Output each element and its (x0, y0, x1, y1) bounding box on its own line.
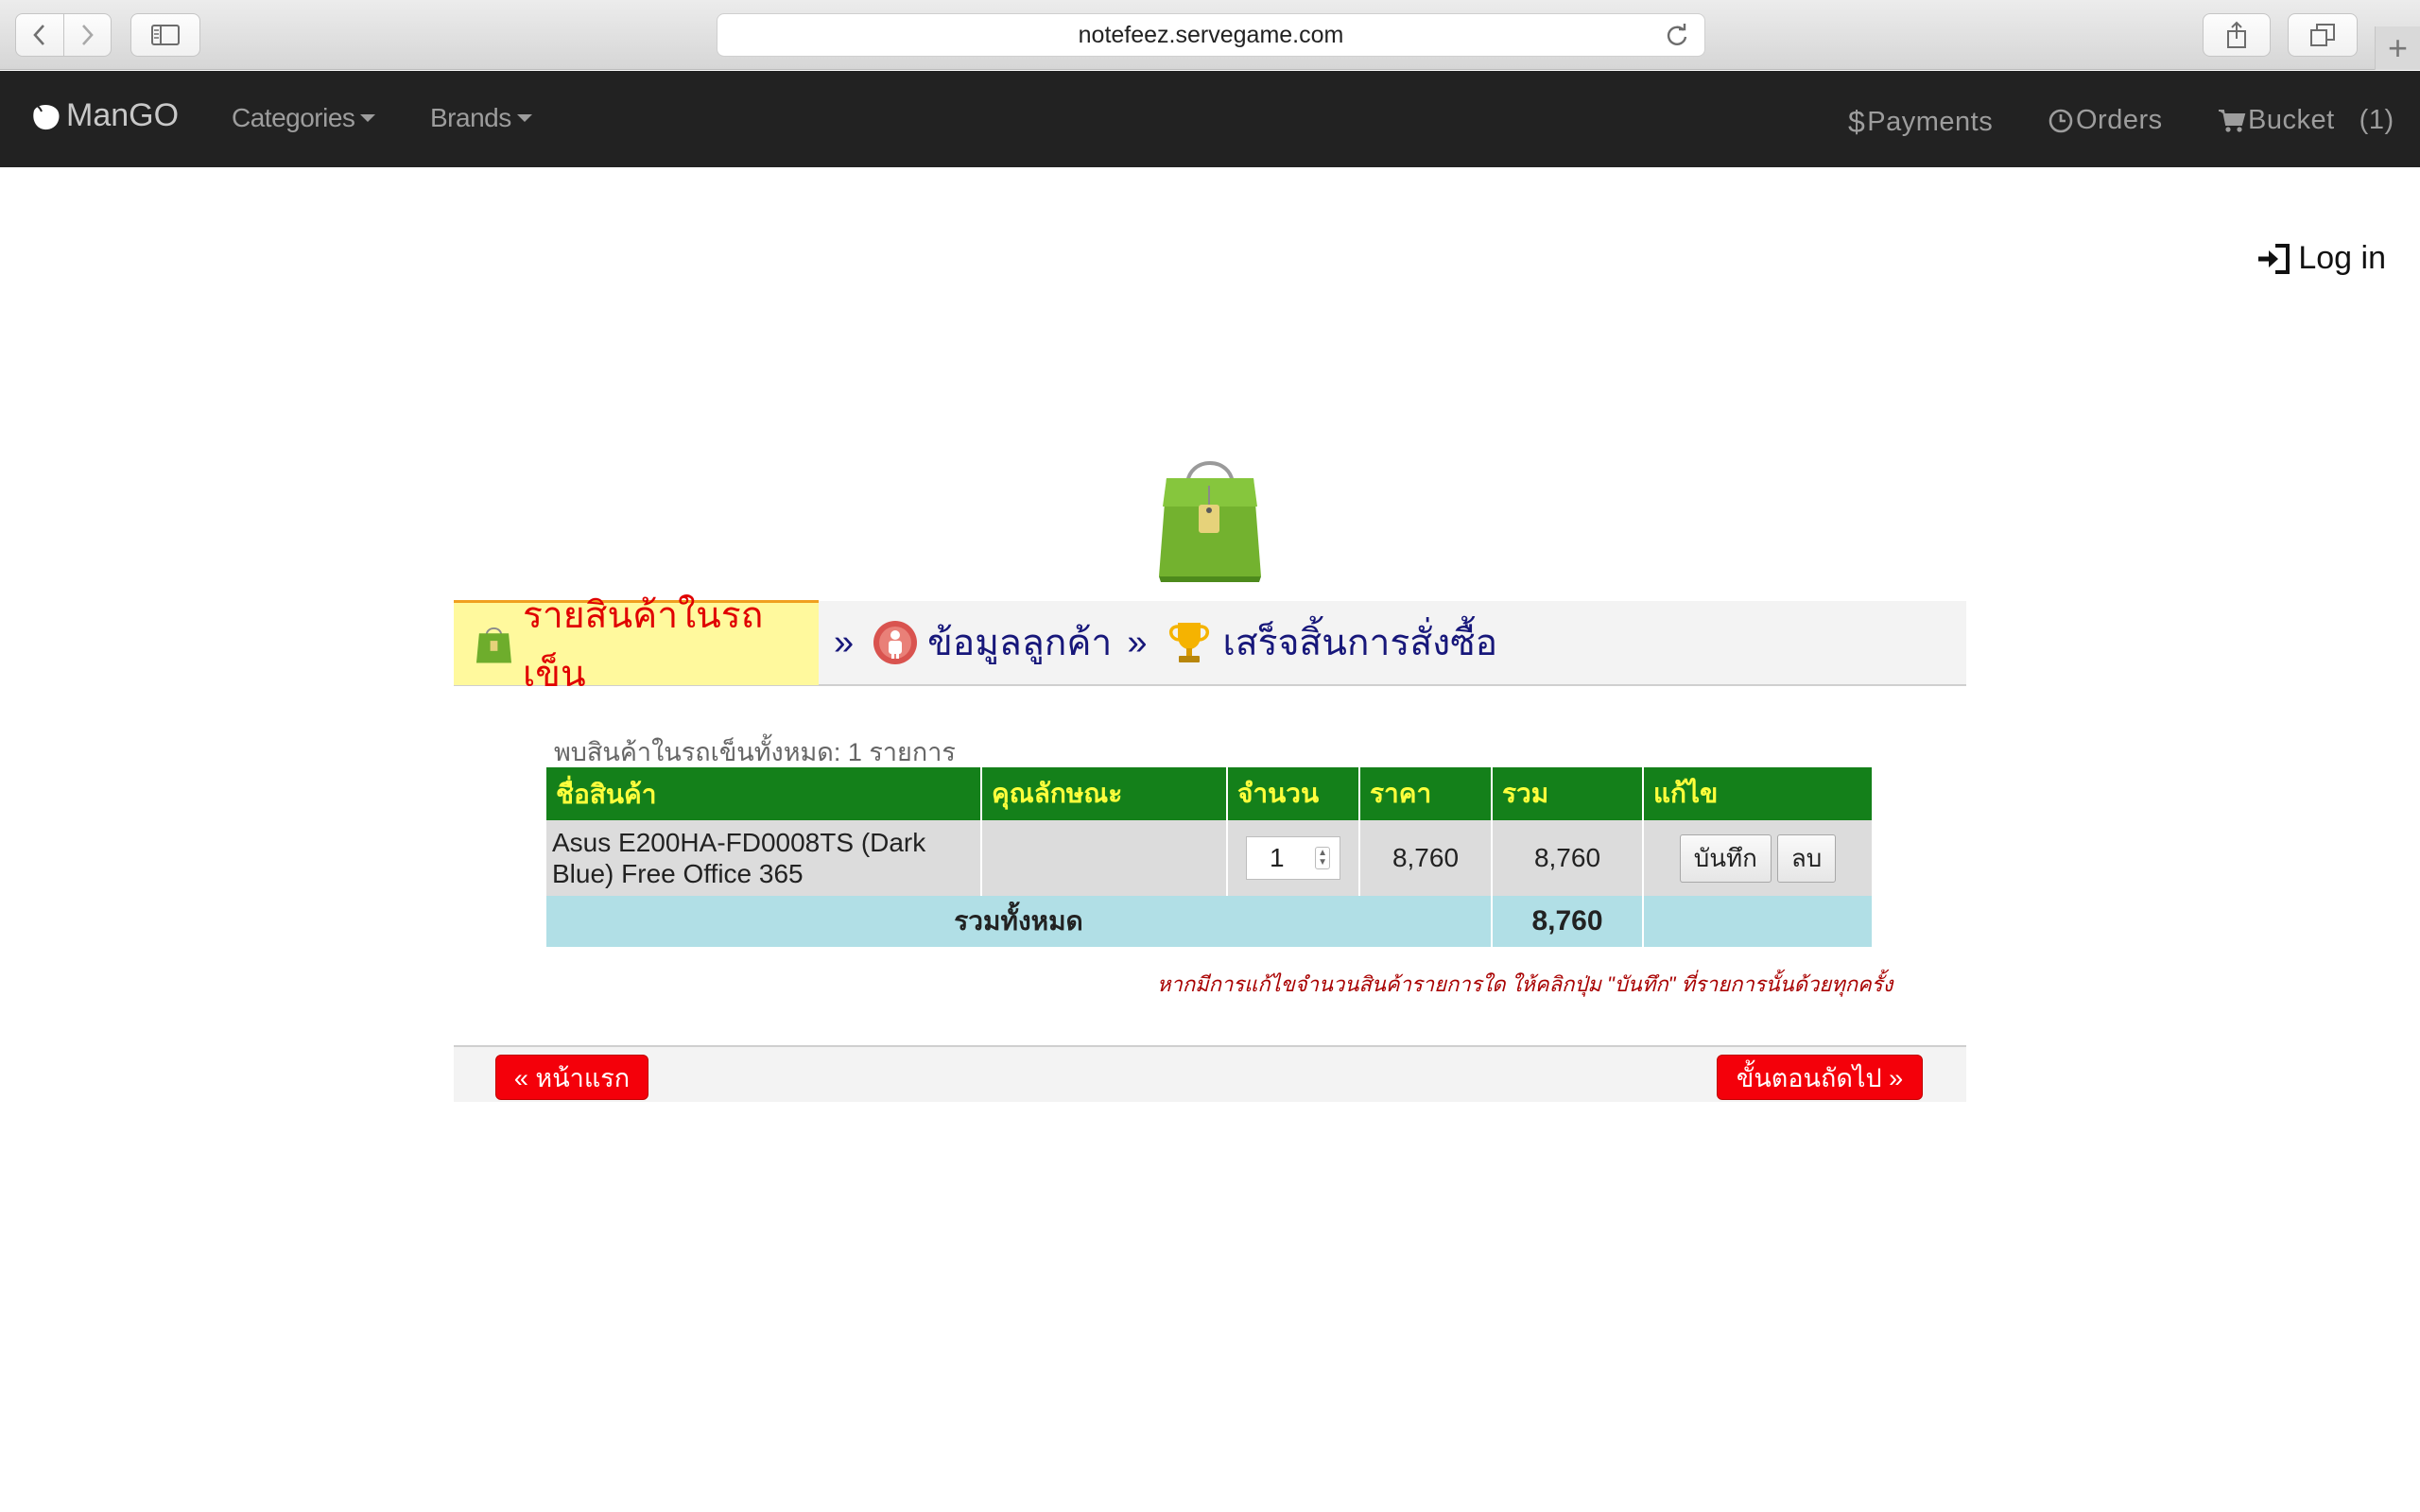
step-customer-info: ข้อมูลลูกค้า (873, 613, 1112, 672)
categories-dropdown[interactable]: Categories (232, 103, 376, 133)
payments-label: Payments (1867, 107, 1994, 137)
bucket-label: Bucket (2248, 105, 2335, 135)
url-text: notefeez.servegame.com (1078, 21, 1344, 48)
new-tab-button[interactable]: + (2375, 26, 2420, 70)
step1-label: รายสินค้าในรถเข็น (522, 594, 764, 695)
checkout-steps: รายสินค้าในรถเข็น » ข้อมูลลูกค้า » เสร็จ… (454, 595, 1966, 695)
header-price: ราคา (1359, 767, 1493, 820)
sidebar-toggle-button[interactable] (130, 13, 200, 57)
share-icon (2227, 21, 2246, 48)
cart-count-text: พบสินค้าในรถเข็นทั้งหมด: 1 รายการ (554, 738, 956, 766)
brands-dropdown[interactable]: Brands (430, 103, 532, 133)
header-attributes: คุณลักษณะ (981, 767, 1228, 820)
brand-name: ManGO (66, 97, 180, 133)
login-label: Log in (2298, 240, 2386, 276)
step-separator: » (1127, 622, 1148, 662)
total-empty-cell (1643, 896, 1872, 947)
cart-icon (2219, 109, 2246, 132)
shopping-bag-icon (1159, 461, 1261, 582)
shopping-bag-icon (475, 627, 512, 663)
login-icon (2258, 243, 2290, 274)
save-reminder-note: หากมีการแก้ไขจำนวนสินค้ารายการใด ให้คลิก… (1157, 972, 1893, 996)
item-quantity-cell: 1 ▲ ▼ (1227, 820, 1360, 896)
share-button[interactable] (2203, 13, 2271, 57)
quantity-stepper[interactable]: 1 ▲ ▼ (1246, 836, 1340, 880)
total-value: 8,760 (1492, 896, 1644, 947)
item-attributes (981, 820, 1228, 896)
orders-label: Orders (2076, 105, 2163, 135)
header-sum: รวม (1492, 767, 1644, 820)
chevron-left-icon (33, 25, 44, 45)
sidebar-icon (151, 25, 180, 45)
step-cart-active: รายสินค้าในรถเข็น (454, 595, 819, 695)
delete-button[interactable]: ลบ (1776, 833, 1837, 883)
header-name: ชื่อสินค้า (546, 767, 982, 820)
browser-toolbar: notefeez.servegame.com + (0, 0, 2420, 70)
login-link[interactable]: Log in (2256, 240, 2386, 277)
categories-label: Categories (232, 103, 355, 132)
checkout-footer: « หน้าแรก ขั้นตอนถัดไป » (454, 1045, 1966, 1102)
step-separator: » (834, 622, 855, 662)
quantity-value: 1 (1270, 843, 1285, 872)
trophy-icon (1169, 623, 1210, 662)
header-edit: แก้ไข (1643, 767, 1872, 820)
caret-down-icon (360, 114, 376, 122)
brands-label: Brands (430, 103, 511, 132)
spinner-arrows-icon[interactable]: ▲ ▼ (1315, 847, 1330, 869)
payments-link[interactable]: $ Payments (1848, 105, 1993, 140)
step2-label: ข้อมูลลูกค้า (927, 623, 1113, 663)
first-page-button[interactable]: « หน้าแรก (495, 1055, 648, 1100)
total-row: รวมทั้งหมด 8,760 (546, 896, 1872, 947)
brand-logo-link[interactable]: ManGO (30, 97, 179, 134)
item-name: Asus E200HA-FD0008TS (Dark Blue) Free Of… (546, 820, 982, 896)
forward-button[interactable] (62, 14, 112, 56)
caret-down-icon (516, 114, 532, 122)
site-navbar: ManGO Categories Brands $ Payments Order… (0, 71, 2420, 167)
item-sum: 8,760 (1492, 820, 1644, 896)
tabs-overview-button[interactable] (2288, 13, 2358, 57)
address-bar[interactable]: notefeez.servegame.com (717, 13, 1705, 57)
table-row: Asus E200HA-FD0008TS (Dark Blue) Free Of… (546, 820, 1872, 896)
total-label: รวมทั้งหมด (546, 896, 1493, 947)
step3-label: เสร็จสิ้นการสั่งซื้อ (1222, 623, 1498, 663)
step-order-complete: เสร็จสิ้นการสั่งซื้อ (1166, 613, 1497, 672)
back-button[interactable] (16, 14, 63, 56)
item-price: 8,760 (1359, 820, 1493, 896)
reload-icon[interactable] (1663, 22, 1691, 50)
plus-icon: + (2387, 28, 2409, 67)
next-step-button[interactable]: ขั้นตอนถัดไป » (1717, 1055, 1923, 1100)
header-quantity: จำนวน (1227, 767, 1360, 820)
tabs-icon (2310, 24, 2335, 46)
item-edit-cell: บันทึก ลบ (1643, 820, 1872, 896)
table-header-row: ชื่อสินค้า คุณลักษณะ จำนวน ราคา รวม แก้ไ… (546, 767, 1872, 820)
save-button[interactable]: บันทึก (1679, 833, 1772, 883)
orders-link[interactable]: Orders (2048, 105, 2163, 136)
cart-table: ชื่อสินค้า คุณลักษณะ จำนวน ราคา รวม แก้ไ… (546, 767, 1872, 947)
browser-nav-buttons (15, 13, 112, 57)
dollar-icon: $ (1848, 105, 1866, 139)
bucket-link[interactable]: Bucket (1) (2218, 105, 2394, 136)
customer-icon (873, 621, 918, 664)
bucket-count-badge: (1) (2359, 105, 2394, 135)
clock-icon (2048, 109, 2073, 132)
mango-icon (33, 103, 60, 129)
chevron-right-icon (82, 25, 94, 45)
